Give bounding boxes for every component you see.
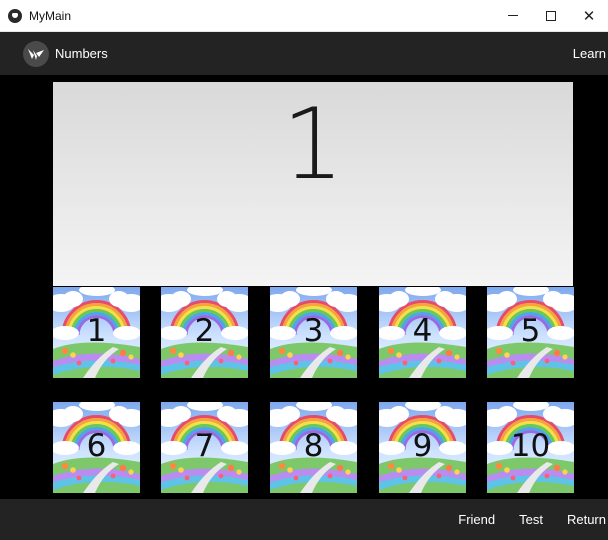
tile-number: 6: [86, 428, 107, 464]
app-icon: [8, 8, 22, 23]
friend-button[interactable]: Friend: [458, 512, 495, 527]
tile-number: 4: [412, 313, 433, 349]
tile-number: 5: [520, 313, 541, 349]
display-number: 1: [281, 88, 345, 202]
window-controls: ✕: [494, 0, 608, 32]
test-button[interactable]: Test: [519, 512, 543, 527]
tile-number: 9: [412, 428, 433, 464]
number-tile[interactable]: 2: [161, 287, 248, 378]
number-tile[interactable]: 9: [379, 402, 466, 493]
number-tile[interactable]: 4: [379, 287, 466, 378]
maximize-button[interactable]: [532, 0, 570, 32]
close-button[interactable]: ✕: [570, 0, 608, 32]
tile-number: 1: [86, 313, 107, 349]
window-titlebar: MyMain ✕: [0, 0, 608, 32]
kivy-logo-icon[interactable]: [23, 40, 49, 67]
window-title: MyMain: [29, 8, 72, 23]
number-display: 1: [53, 82, 573, 286]
action-bar: Numbers Learn: [0, 32, 608, 75]
number-tile[interactable]: 1: [53, 287, 140, 378]
return-button[interactable]: Return: [567, 512, 606, 527]
maximize-icon: [546, 10, 556, 21]
number-tile[interactable]: 8: [270, 402, 357, 493]
bottom-bar: Friend Test Return: [0, 499, 608, 540]
tile-number: 7: [194, 428, 215, 464]
tile-number: 10: [510, 428, 551, 464]
number-tile[interactable]: 7: [161, 402, 248, 493]
minimize-button[interactable]: [494, 0, 532, 32]
number-tile[interactable]: 10: [487, 402, 574, 493]
actionbar-title[interactable]: Numbers: [55, 46, 108, 61]
tile-number: 2: [194, 313, 215, 349]
minimize-icon: [508, 15, 518, 16]
close-icon: ✕: [582, 6, 596, 25]
number-tile[interactable]: 3: [270, 287, 357, 378]
tile-number: 8: [303, 428, 324, 464]
learn-button[interactable]: Learn: [573, 46, 606, 61]
tile-number: 3: [303, 313, 324, 349]
number-tile[interactable]: 6: [53, 402, 140, 493]
number-tile[interactable]: 5: [487, 287, 574, 378]
